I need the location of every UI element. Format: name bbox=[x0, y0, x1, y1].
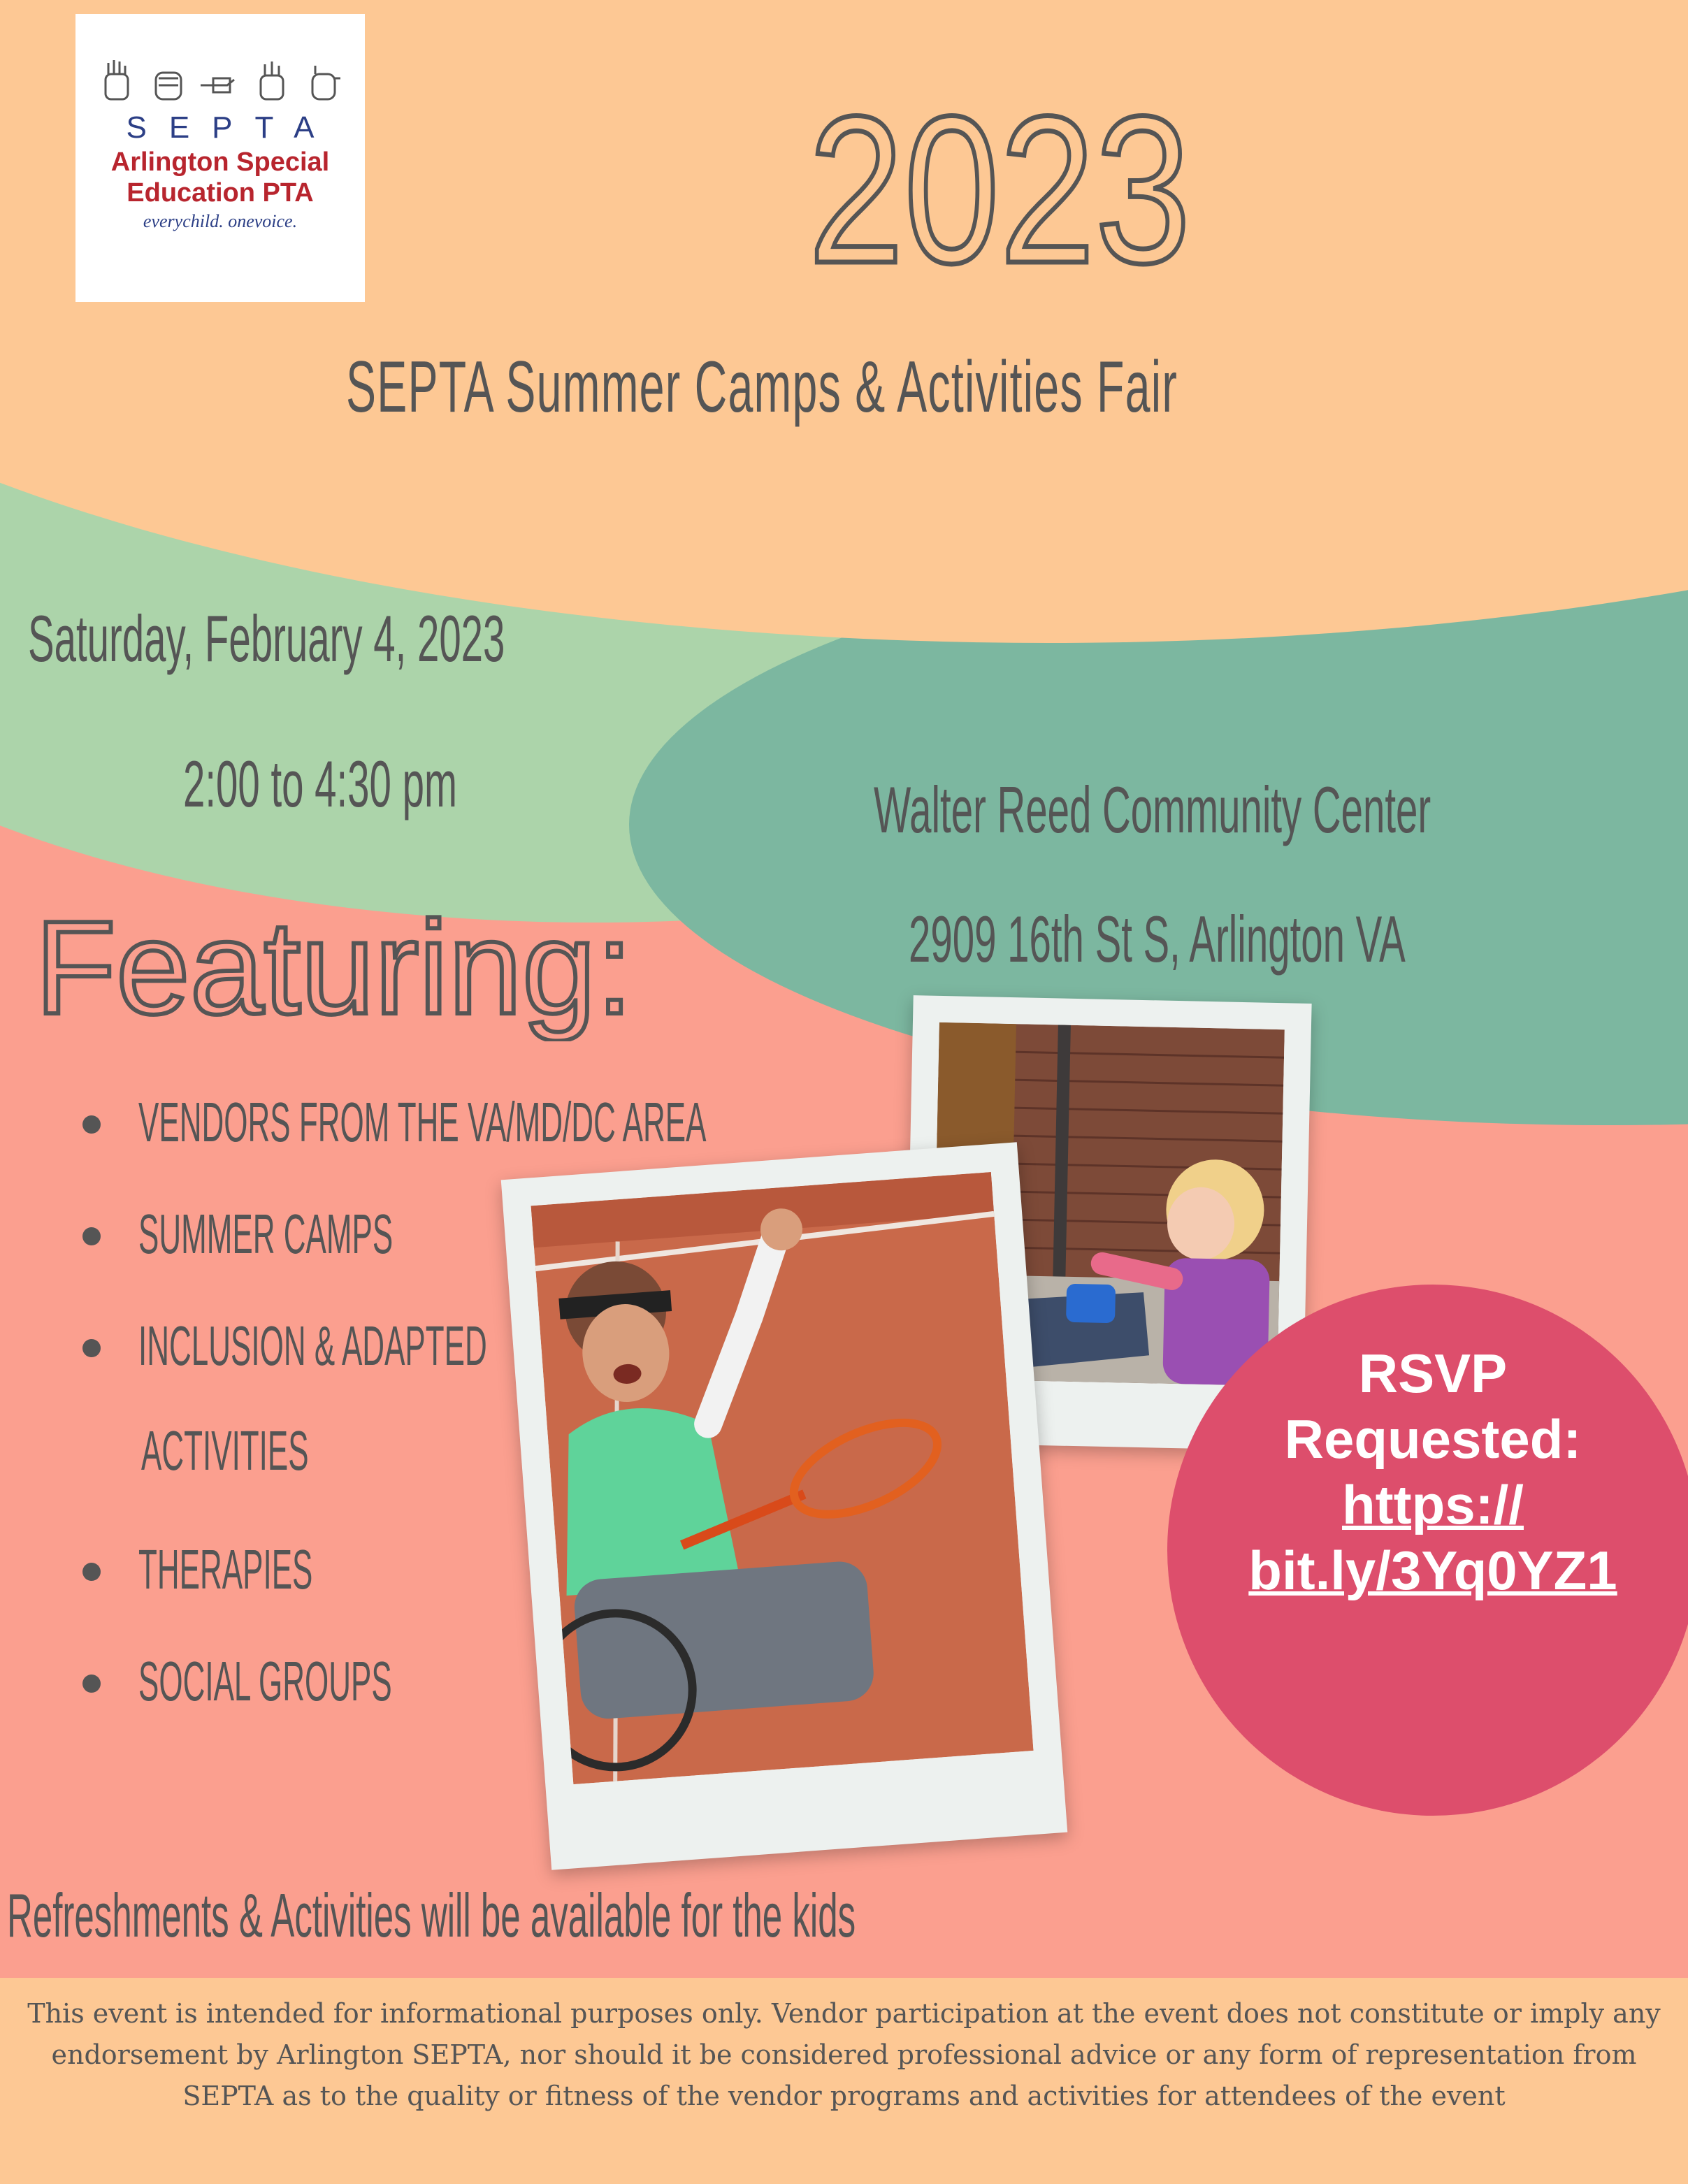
event-venue: Walter Reed Community Center bbox=[874, 773, 1431, 846]
feature-item: summer camps bbox=[138, 1203, 394, 1265]
photo-tennis-player bbox=[500, 1142, 1068, 1870]
event-title: SEPTA Summer Camps & Activities Fair bbox=[346, 347, 1178, 428]
feature-item: therapies bbox=[138, 1538, 313, 1600]
event-address: 2909 16th St S, Arlington VA bbox=[909, 902, 1406, 976]
rsvp-block: RSVP Requested: https:// bit.ly/3Yq0YZ1 bbox=[1181, 1340, 1685, 1603]
rsvp-link[interactable]: https:// bit.ly/3Yq0YZ1 bbox=[1181, 1472, 1685, 1603]
rsvp-link-line: bit.ly/3Yq0YZ1 bbox=[1248, 1540, 1617, 1601]
tennis-photo-image bbox=[531, 1172, 1034, 1785]
disclaimer-text: This event is intended for informational… bbox=[27, 1998, 1661, 2111]
refreshments-note: Refreshments & Activities will be availa… bbox=[7, 1881, 856, 1950]
bullet bbox=[82, 1339, 101, 1357]
feature-item: social groups bbox=[138, 1650, 392, 1712]
year-heading: 2023 bbox=[806, 91, 1193, 287]
event-flyer: SEPTA Arlington Special Education PTA ev… bbox=[0, 0, 1688, 2184]
feature-item-continuation: activities bbox=[141, 1419, 309, 1482]
featuring-text: Featuring: bbox=[35, 902, 633, 1041]
event-time: 2:00 to 4:30 pm bbox=[183, 747, 457, 820]
feature-item: inclusion & adapted bbox=[138, 1315, 487, 1377]
bullet bbox=[82, 1115, 101, 1134]
event-date: Saturday, February 4, 2023 bbox=[28, 602, 505, 675]
rsvp-link-line: https:// bbox=[1342, 1474, 1524, 1535]
bullet bbox=[82, 1563, 101, 1581]
year-text: 2023 bbox=[808, 91, 1190, 287]
bullet bbox=[82, 1227, 101, 1245]
rsvp-heading: RSVP bbox=[1358, 1343, 1508, 1404]
bullet bbox=[82, 1675, 101, 1693]
rsvp-subheading: Requested: bbox=[1284, 1408, 1582, 1470]
featuring-heading: Featuring: bbox=[33, 902, 635, 1041]
feature-item: vendors from the VA/MD/DC area bbox=[138, 1091, 707, 1153]
